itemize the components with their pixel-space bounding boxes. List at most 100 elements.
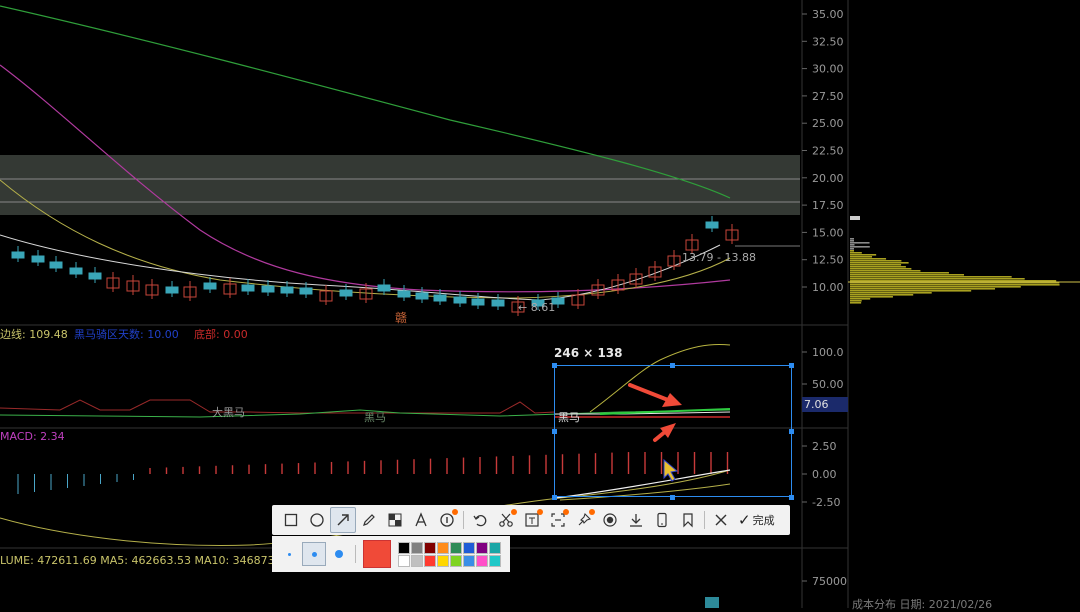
record-tool-button[interactable] <box>597 507 623 533</box>
axis-tick-label: 75000 <box>812 575 847 588</box>
candle-body <box>706 222 718 228</box>
candle-body <box>262 286 274 292</box>
candle-body <box>89 273 101 279</box>
cut-tool-button[interactable] <box>493 507 519 533</box>
stroke-size-small[interactable] <box>278 543 300 565</box>
selection-size-label: 246 × 138 <box>554 346 623 360</box>
axis-tick-label: 30.00 <box>812 63 844 76</box>
axis-tick-label: 12.50 <box>812 254 844 267</box>
axis-tick-label: 35.00 <box>812 8 844 21</box>
arrow-tool-button[interactable] <box>330 507 356 533</box>
resize-handle-r[interactable] <box>789 429 794 434</box>
color-swatch[interactable] <box>476 555 488 567</box>
cost-dist-bar <box>850 274 964 276</box>
cost-dist-bar <box>850 296 893 298</box>
cost-dist-bar <box>850 288 995 290</box>
color-swatch[interactable] <box>424 555 436 567</box>
osc-value-badge: 7.06 <box>804 398 829 411</box>
circle-icon <box>309 512 325 528</box>
candlesticks <box>12 216 738 316</box>
record-icon <box>602 512 618 528</box>
cost-distribution-histogram <box>850 216 1060 304</box>
candle-body <box>300 288 312 294</box>
toolbar-divider <box>704 511 705 529</box>
ocr-tool-button[interactable] <box>519 507 545 533</box>
cost-dist-bar <box>850 244 854 246</box>
color-swatch[interactable] <box>450 555 462 567</box>
cost-dist-bar <box>850 284 1060 286</box>
color-swatch[interactable] <box>411 555 423 567</box>
scroll-capture-tool-button[interactable] <box>545 507 571 533</box>
candle-body <box>416 293 428 299</box>
stroke-size-large[interactable] <box>328 543 350 565</box>
pin-tool-button[interactable] <box>571 507 597 533</box>
color-swatch[interactable] <box>476 542 488 554</box>
color-swatch[interactable] <box>437 555 449 567</box>
current-color-swatch[interactable] <box>363 540 391 568</box>
resize-handle-br[interactable] <box>789 495 794 500</box>
candle-body <box>378 285 390 291</box>
candle-body <box>434 295 446 301</box>
bookmark-tool-button[interactable] <box>675 507 701 533</box>
done-button[interactable]: ✓ 完成 <box>738 511 775 529</box>
candle-body <box>70 268 82 274</box>
undo-tool-button[interactable] <box>467 507 493 533</box>
ellipse-tool-button[interactable] <box>304 507 330 533</box>
axis-tick-label: 0.00 <box>812 468 837 481</box>
cost-dist-bar <box>850 270 920 272</box>
axis-tick-label: 27.50 <box>812 90 844 103</box>
osc-line-red <box>0 400 555 413</box>
indicator-line3-label: 底部: 0.00 <box>194 326 248 342</box>
text-tool-button[interactable] <box>408 507 434 533</box>
resize-handle-tl[interactable] <box>552 363 557 368</box>
resize-handle-l[interactable] <box>552 429 557 434</box>
cost-dist-bar <box>850 268 911 270</box>
color-swatch[interactable] <box>463 542 475 554</box>
download-tool-button[interactable] <box>623 507 649 533</box>
resize-handle-b[interactable] <box>670 495 675 500</box>
text-icon <box>413 512 429 528</box>
rectangle-tool-button[interactable] <box>278 507 304 533</box>
rectangle-icon <box>284 513 298 527</box>
color-swatch[interactable] <box>411 542 423 554</box>
pencil-tool-button[interactable] <box>356 507 382 533</box>
candle-body <box>454 297 466 303</box>
color-swatch[interactable] <box>398 555 410 567</box>
resize-handle-bl[interactable] <box>552 495 557 500</box>
number-tool-button[interactable] <box>434 507 460 533</box>
candle-body <box>204 283 216 289</box>
oscillator-axis: 100.050.00 <box>802 346 844 391</box>
candle-body <box>398 291 410 297</box>
color-swatch[interactable] <box>450 542 462 554</box>
mosaic-tool-button[interactable] <box>382 507 408 533</box>
color-swatches <box>398 542 501 567</box>
cost-dist-bar <box>850 248 854 250</box>
done-label: 完成 <box>753 512 775 528</box>
cost-dist-bar <box>850 242 870 244</box>
phone-tool-button[interactable] <box>649 507 675 533</box>
tool-badge-dot <box>511 509 517 515</box>
tool-badge-dot <box>537 509 543 515</box>
close-tool-button[interactable] <box>708 507 734 533</box>
resize-handle-tr[interactable] <box>789 363 794 368</box>
cost-dist-bar <box>850 238 854 240</box>
candle-body <box>340 290 352 296</box>
color-swatch[interactable] <box>437 542 449 554</box>
indicator-line2-label: 黑马骑区天数: 10.00 <box>74 326 179 342</box>
resize-handle-t[interactable] <box>670 363 675 368</box>
capture-selection-box[interactable] <box>554 365 792 497</box>
volume-axis: 75000 <box>802 575 847 588</box>
color-swatch[interactable] <box>489 555 501 567</box>
cost-dist-bar <box>850 272 949 274</box>
axis-tick-label: 32.50 <box>812 35 844 48</box>
stroke-size-medium[interactable] <box>302 542 326 566</box>
axis-tick-label: 100.0 <box>812 346 844 359</box>
axis-tick-label: 2.50 <box>812 440 837 453</box>
cost-dist-bar <box>850 240 854 242</box>
color-swatch[interactable] <box>424 542 436 554</box>
axis-tick-label: 15.00 <box>812 226 844 239</box>
color-swatch[interactable] <box>463 555 475 567</box>
price-zone-band <box>0 155 800 215</box>
color-swatch[interactable] <box>489 542 501 554</box>
color-swatch[interactable] <box>398 542 410 554</box>
